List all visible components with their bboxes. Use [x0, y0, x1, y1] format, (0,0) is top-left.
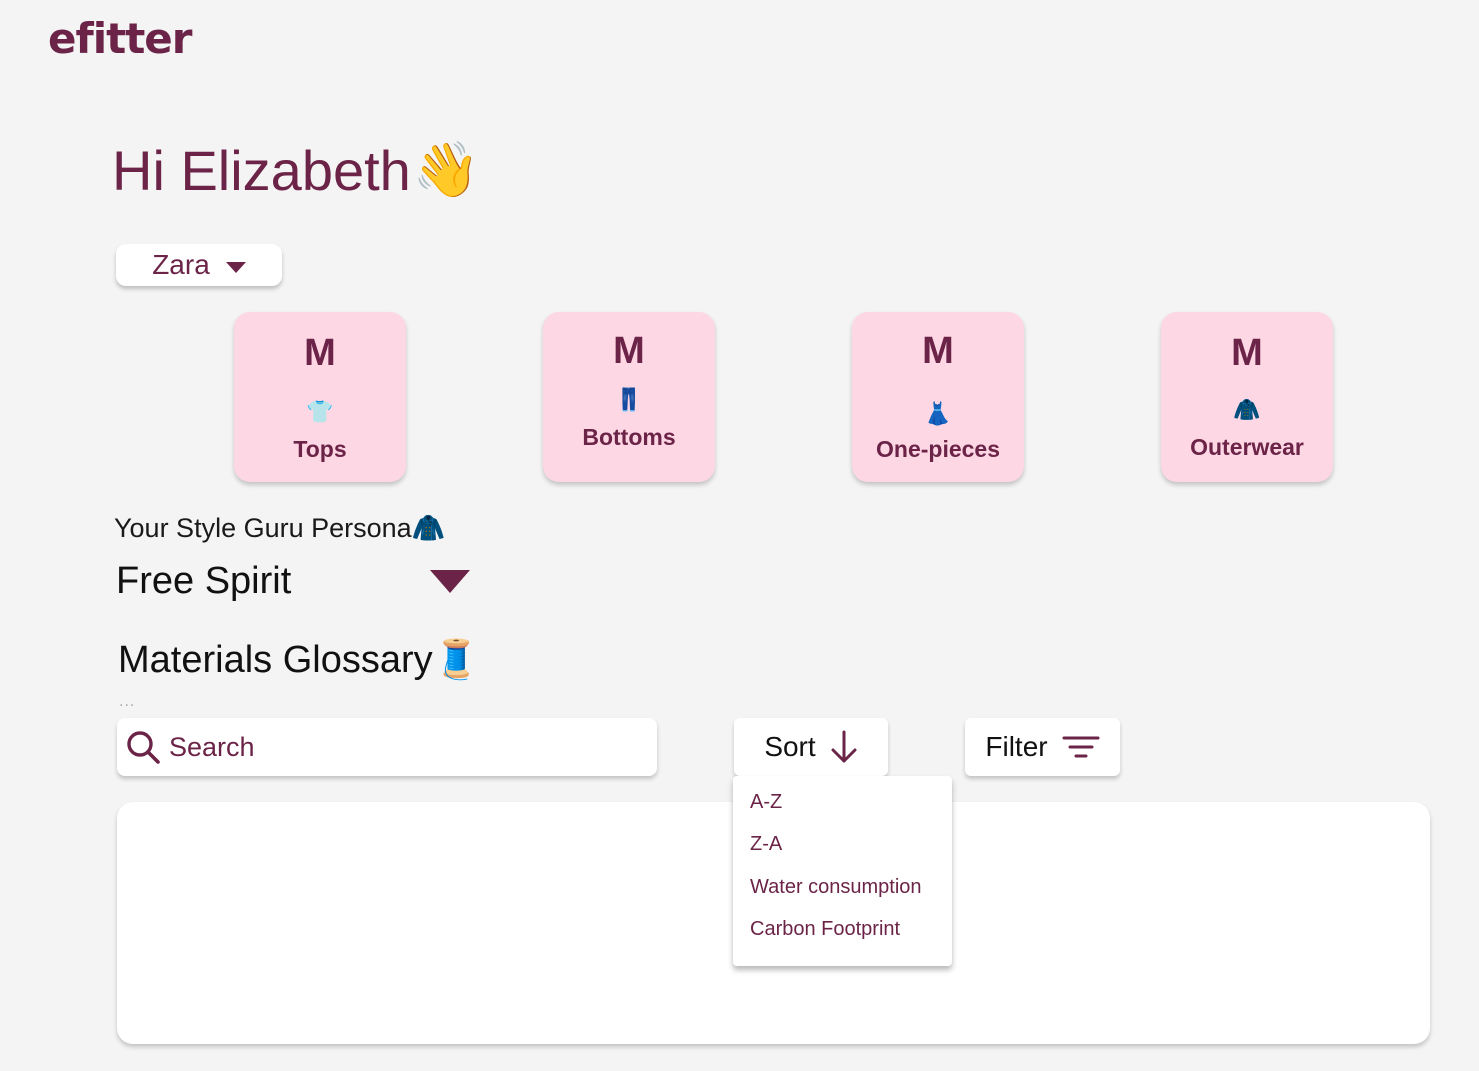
category-label: Bottoms: [582, 424, 676, 450]
glossary-title-text: Materials Glossary: [118, 639, 433, 681]
sort-button[interactable]: Sort: [734, 718, 888, 776]
persona-value: Free Spirit: [116, 560, 292, 602]
sort-option-a-z[interactable]: A-Z: [750, 791, 782, 814]
greeting-heading: Hi Elizabeth 👋: [112, 138, 480, 203]
coat-icon: 🧥: [411, 513, 446, 543]
jeans-icon: 👖: [615, 388, 643, 413]
sort-dropdown-menu: A-Z Z-A Water consumption Carbon Footpri…: [733, 776, 952, 966]
filter-icon: [1062, 736, 1100, 758]
caret-down-icon: [225, 261, 246, 273]
thread-spool-icon: 🧵: [432, 639, 480, 681]
shirt-icon: 👕: [306, 400, 334, 425]
glossary-title: Materials Glossary🧵: [118, 638, 480, 682]
sort-option-z-a[interactable]: Z-A: [750, 833, 782, 856]
more-dots: ...: [119, 694, 136, 710]
sort-option-carbon-footprint[interactable]: Carbon Footprint: [750, 918, 900, 941]
arrow-down-icon: [831, 730, 857, 763]
brand-select-value: Zara: [152, 249, 210, 280]
search-icon: [127, 731, 160, 764]
persona-label: Your Style Guru Persona🧥: [114, 512, 445, 544]
persona-label-text: Your Style Guru Persona: [114, 513, 412, 543]
search-input[interactable]: [167, 730, 651, 764]
sort-label: Sort: [764, 731, 816, 762]
filter-label: Filter: [985, 731, 1048, 762]
size-card-outerwear[interactable]: M 🧥 Outerwear: [1161, 312, 1333, 482]
brand-select-dropdown[interactable]: Zara: [116, 244, 282, 286]
search-box[interactable]: [117, 718, 657, 776]
size-card-tops[interactable]: M 👕 Tops: [234, 312, 406, 482]
size-value: M: [1231, 332, 1263, 374]
size-value: M: [304, 332, 336, 374]
persona-dropdown-caret-icon[interactable]: [430, 570, 470, 593]
size-card-bottoms[interactable]: M 👖 Bottoms: [543, 312, 715, 482]
filter-button[interactable]: Filter: [965, 718, 1120, 776]
category-label: One-pieces: [876, 436, 1000, 462]
sort-option-water-consumption[interactable]: Water consumption: [750, 876, 922, 899]
dress-icon: 👗: [924, 402, 952, 427]
size-card-one-pieces[interactable]: M 👗 One-pieces: [852, 312, 1024, 482]
app-logo[interactable]: efitter: [48, 14, 193, 63]
category-label: Tops: [293, 436, 347, 462]
waving-hand-icon: 👋: [412, 140, 481, 200]
size-value: M: [613, 330, 645, 372]
size-value: M: [922, 330, 954, 372]
coat-icon: 🧥: [1233, 398, 1261, 423]
greeting-text: Hi Elizabeth: [112, 139, 411, 202]
category-label: Outerwear: [1190, 434, 1304, 460]
